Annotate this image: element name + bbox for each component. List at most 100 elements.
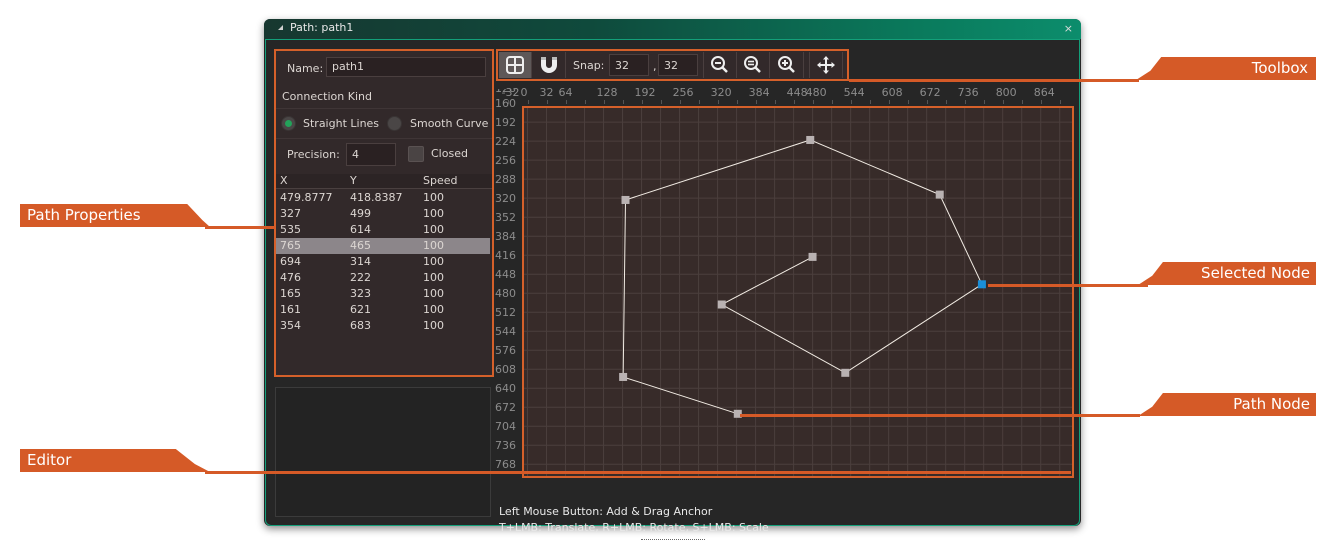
point-x: 535 xyxy=(280,223,301,236)
snap-x-input[interactable]: 32 xyxy=(609,54,649,76)
name-input[interactable]: path1 xyxy=(326,57,486,77)
magnet-icon xyxy=(541,57,557,73)
name-label: Name: xyxy=(287,62,324,75)
ruler-x-tick: 480 xyxy=(805,86,827,99)
ruler-x-mark xyxy=(907,100,909,104)
point-row[interactable]: 161 621 100 xyxy=(276,302,490,318)
column-y[interactable]: Y xyxy=(350,174,357,187)
snap-separator: , xyxy=(653,60,657,73)
path-node[interactable] xyxy=(619,372,628,381)
ruler-x-tick: 256 xyxy=(672,86,694,99)
toolbox: Snap: 32 , 32 xyxy=(496,49,849,81)
collapse-icon[interactable] xyxy=(278,25,283,30)
smooth-curve-radio[interactable] xyxy=(387,116,402,131)
horizontal-ruler: -32 0 32 64 128 192 256 320 384 448 480 544 608 672 73… xyxy=(495,84,1070,104)
connection-kind-label: Connection Kind xyxy=(282,90,372,103)
ruler-x-tick: 32 xyxy=(539,86,554,99)
path-node[interactable] xyxy=(717,300,726,309)
point-row[interactable]: 535 614 100 xyxy=(276,222,490,238)
ruler-y-tick: 768 xyxy=(495,457,516,471)
ruler-x-tick: 672 xyxy=(919,86,941,99)
ruler-x-mark xyxy=(736,100,738,104)
point-speed: 100 xyxy=(423,271,444,284)
path-node[interactable] xyxy=(935,190,944,199)
grid-toggle-button[interactable] xyxy=(499,52,532,78)
point-y: 683 xyxy=(350,319,371,332)
close-icon[interactable]: × xyxy=(1064,22,1073,35)
ruler-x-mark xyxy=(717,100,719,104)
ruler-x-mark xyxy=(964,100,966,104)
ruler-x-mark xyxy=(1040,100,1042,104)
ruler-x-mark xyxy=(983,100,985,104)
path-node[interactable] xyxy=(806,135,815,144)
ruler-y-tick: 448 xyxy=(495,267,516,281)
zoom-reset-button[interactable] xyxy=(737,52,770,78)
path-properties-panel: Name: path1 Connection Kind Straight Lin… xyxy=(274,49,494,377)
smooth-curve-label: Smooth Curve xyxy=(410,117,489,130)
ruler-x-mark xyxy=(527,100,529,104)
point-y: 222 xyxy=(350,271,371,284)
ruler-y-tick: 672 xyxy=(495,400,516,414)
path-node-callout-line xyxy=(740,414,1140,417)
status-hint-2: T+LMB: Translate, R+LMB: Rotate, S+LMB: … xyxy=(499,521,769,534)
selected-node-callout: Selected Node xyxy=(1138,262,1316,285)
closed-checkbox[interactable] xyxy=(408,146,424,162)
point-y: 621 xyxy=(350,303,371,316)
point-y: 499 xyxy=(350,207,371,220)
column-x[interactable]: X xyxy=(280,174,288,187)
ruler-x-tick: 736 xyxy=(957,86,979,99)
ruler-x-tick: 800 xyxy=(995,86,1017,99)
point-row[interactable]: 327 499 100 xyxy=(276,206,490,222)
ruler-x-tick: 544 xyxy=(843,86,865,99)
ruler-x-mark xyxy=(812,100,814,104)
ruler-x-mark xyxy=(831,100,833,104)
path-node-callout: Path Node xyxy=(1138,393,1316,416)
zoom-out-button[interactable] xyxy=(703,52,737,78)
ruler-x-mark xyxy=(755,100,757,104)
point-row[interactable]: 354 683 100 xyxy=(276,318,490,334)
selected-path-node[interactable] xyxy=(977,280,986,289)
snap-toggle-button[interactable] xyxy=(533,52,566,78)
column-speed[interactable]: Speed xyxy=(423,174,457,187)
point-x: 327 xyxy=(280,207,301,220)
point-x: 165 xyxy=(280,287,301,300)
straight-lines-radio[interactable] xyxy=(281,116,296,131)
path-node[interactable] xyxy=(808,252,817,261)
point-row[interactable]: 479.8777 418.8387 100 xyxy=(276,190,490,206)
ruler-x-mark xyxy=(641,100,643,104)
point-row[interactable]: 476 222 100 xyxy=(276,270,490,286)
ruler-x-mark xyxy=(565,100,567,104)
zoom-in-button[interactable] xyxy=(771,52,804,78)
ruler-y-tick: 480 xyxy=(495,286,516,300)
ruler-x-mark xyxy=(622,100,624,104)
ruler-y-tick: 160 xyxy=(495,96,516,110)
ruler-y-tick: 608 xyxy=(495,362,516,376)
path-drawing[interactable] xyxy=(524,108,1072,476)
precision-label: Precision: xyxy=(287,148,340,161)
ruler-x-mark xyxy=(546,100,548,104)
path-properties-callout: Path Properties xyxy=(20,204,210,227)
point-speed: 100 xyxy=(423,255,444,268)
center-view-button[interactable] xyxy=(809,52,843,78)
ruler-x-mark xyxy=(698,100,700,104)
snap-y-input[interactable]: 32 xyxy=(658,54,698,76)
point-row[interactable]: 165 323 100 xyxy=(276,286,490,302)
path-editor-canvas[interactable] xyxy=(522,106,1074,478)
point-y: 614 xyxy=(350,223,371,236)
ruler-x-tick: 384 xyxy=(748,86,770,99)
path-node[interactable] xyxy=(621,195,630,204)
point-y: 465 xyxy=(350,239,371,252)
editor-callout-line xyxy=(205,471,1071,474)
path-node[interactable] xyxy=(841,368,850,377)
point-row[interactable]: 694 314 100 xyxy=(276,254,490,270)
point-speed: 100 xyxy=(423,207,444,220)
precision-input[interactable]: 4 xyxy=(346,143,396,166)
point-row[interactable]: 765 465 100 xyxy=(276,238,490,254)
title-bar[interactable]: Path: path1 × xyxy=(264,19,1081,39)
ruler-y-tick: 224 xyxy=(495,134,516,148)
toolbox-callout: Toolbox xyxy=(1136,57,1316,80)
selected-node-callout-line xyxy=(988,284,1148,287)
resize-grip[interactable] xyxy=(641,539,705,542)
ruler-x-mark xyxy=(926,100,928,104)
path-line xyxy=(622,139,983,415)
